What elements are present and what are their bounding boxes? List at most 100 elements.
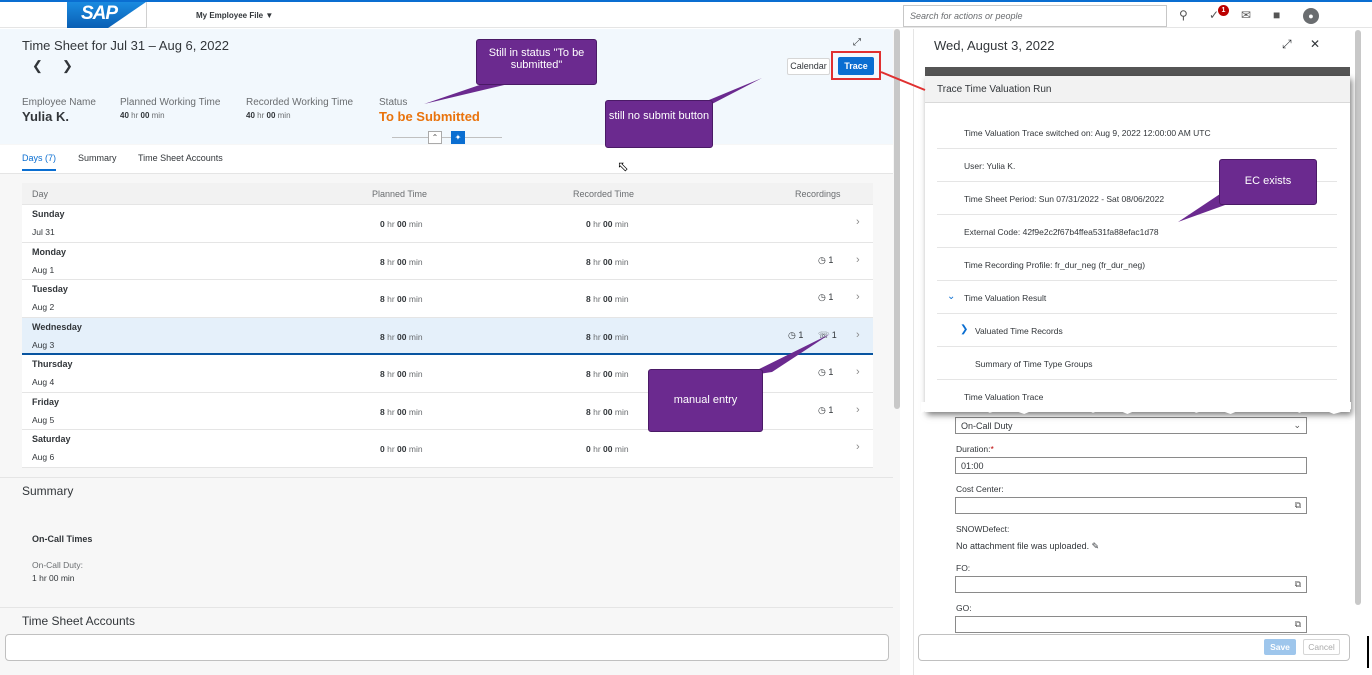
- day-name: Tuesday: [32, 284, 68, 294]
- clock-icon: ◷: [818, 404, 826, 415]
- planned-time: 0 hr 00 min: [380, 219, 423, 229]
- day-date: Jul 31: [32, 227, 55, 237]
- manual-recording-count: ☏ 1: [818, 329, 837, 340]
- timesheet-panel: Time Sheet for Jul 31 – Aug 6, 2022 ❮ ❯ …: [0, 29, 900, 675]
- col-planned: Planned Time: [372, 189, 428, 199]
- app-menu-label: My Employee File: [196, 11, 264, 20]
- day-name: Saturday: [32, 434, 71, 444]
- callout-ec-exists: EC exists: [1219, 159, 1317, 205]
- recorded-time: 0 hr 00 min: [586, 444, 629, 454]
- chevron-right-icon[interactable]: ❯: [960, 324, 968, 335]
- oncall-heading: On-Call Times: [32, 534, 93, 544]
- feedback-icon[interactable]: ✉: [1241, 8, 1251, 22]
- scrollbar[interactable]: [1355, 30, 1361, 605]
- caret-down-icon: ▼: [265, 11, 274, 20]
- notification-badge: 1: [1218, 5, 1229, 16]
- summary-title: Summary: [22, 484, 74, 498]
- recorded-value: 40 hr 00 min: [246, 111, 291, 120]
- trace-switched-on: Time Valuation Trace switched on: Aug 9,…: [937, 116, 1337, 149]
- summary-section: [0, 477, 893, 607]
- scrollbar[interactable]: [894, 29, 900, 409]
- table-row[interactable]: Tuesday Aug 2 8 hr 00 min 8 hr 00 min ◷ 1 ›: [22, 280, 873, 318]
- tab-accounts[interactable]: Time Sheet Accounts: [138, 153, 223, 163]
- callout-status: Still in status "To be submitted": [476, 39, 597, 85]
- search-input[interactable]: Search for actions or people: [903, 5, 1167, 27]
- planned-time: 8 hr 00 min: [380, 369, 423, 379]
- oncall-label: On-Call Duty:: [32, 560, 84, 570]
- recorded-time: 8 hr 00 min: [586, 331, 629, 342]
- table-row[interactable]: Monday Aug 1 8 hr 00 min 8 hr 00 min ◷ 1 ›: [22, 242, 873, 280]
- time-type-value: On-Call Duty: [961, 421, 1013, 431]
- divider: [392, 137, 502, 138]
- clock-icon: ◷: [818, 292, 826, 302]
- text-cursor: [1367, 636, 1369, 668]
- chevron-right-icon[interactable]: ›: [856, 254, 860, 266]
- save-button[interactable]: Save: [1264, 639, 1296, 655]
- recording-count: ◷ 1: [788, 329, 804, 340]
- tab-summary[interactable]: Summary: [78, 153, 117, 163]
- chevron-right-icon[interactable]: ›: [856, 404, 860, 416]
- time-type-select[interactable]: On-Call Duty ⌄: [955, 417, 1307, 434]
- clock-icon: ◷: [788, 329, 796, 340]
- next-week-icon[interactable]: ❯: [62, 58, 73, 74]
- pin-header-button[interactable]: ✦: [451, 131, 465, 144]
- trace-profile: Time Recording Profile: fr_dur_neg (fr_d…: [937, 248, 1337, 281]
- trace-summary-node[interactable]: Summary of Time Type Groups: [937, 347, 1337, 380]
- chevron-right-icon[interactable]: ›: [856, 291, 860, 303]
- close-icon[interactable]: ✕: [1310, 37, 1320, 51]
- duration-input[interactable]: 01:00: [955, 457, 1307, 474]
- chevron-right-icon[interactable]: ›: [856, 441, 860, 453]
- table-header: Day Planned Time Recorded Time Recording…: [22, 183, 873, 205]
- trace-result-node[interactable]: ⌄ Time Valuation Result: [937, 281, 1337, 314]
- previous-week-icon[interactable]: ❮: [32, 58, 43, 74]
- col-day: Day: [32, 189, 49, 199]
- table-row[interactable]: Saturday Aug 6 0 hr 00 min 0 hr 00 min ›: [22, 430, 873, 468]
- chevron-right-icon[interactable]: ›: [856, 329, 860, 341]
- recording-count: ◷ 1: [818, 292, 834, 302]
- recorded-time: 8 hr 00 min: [586, 406, 629, 417]
- recorded-label: Recorded Working Time: [246, 97, 354, 108]
- chevron-right-icon[interactable]: ›: [856, 366, 860, 378]
- collapse-header-button[interactable]: ⌃: [428, 131, 442, 144]
- trace-valuated-node[interactable]: ❯ Valuated Time Records: [937, 314, 1337, 347]
- status-value: To be Submitted: [379, 109, 480, 124]
- search-icon[interactable]: ⚲: [1179, 8, 1188, 22]
- planned-time: 8 hr 00 min: [380, 256, 423, 267]
- shell-bar: SAP My Employee File ▼ Search for action…: [0, 0, 1372, 28]
- fo-input[interactable]: ⧉: [955, 576, 1307, 593]
- cost-center-input[interactable]: ⧉: [955, 497, 1307, 514]
- go-input[interactable]: ⧉: [955, 616, 1307, 633]
- popup-title: Trace Time Valuation Run: [925, 76, 1350, 103]
- day-date: Aug 5: [32, 414, 55, 425]
- people-icon[interactable]: ■: [1273, 8, 1280, 22]
- detail-title: Wed, August 3, 2022: [934, 38, 1055, 53]
- planned-value: 40 hr 00 min: [120, 111, 165, 120]
- fullscreen-icon[interactable]: ⤢: [853, 37, 861, 48]
- cost-center-label: Cost Center:: [956, 484, 1004, 494]
- app-menu-button[interactable]: My Employee File ▼: [196, 11, 273, 20]
- tab-days[interactable]: Days (7): [22, 153, 57, 171]
- edit-icon[interactable]: ✎: [1092, 541, 1100, 551]
- chevron-down-icon[interactable]: ⌄: [947, 291, 955, 302]
- callout-manual-entry: manual entry: [648, 369, 763, 432]
- avatar[interactable]: ●: [1303, 8, 1319, 24]
- fullscreen-icon[interactable]: ⤢: [1282, 37, 1292, 52]
- trace-popup: Trace Time Valuation Run Time Valuation …: [925, 76, 1350, 412]
- value-help-icon[interactable]: ⧉: [1295, 619, 1301, 630]
- day-date: Aug 1: [32, 264, 55, 275]
- planned-time: 8 hr 00 min: [380, 406, 423, 417]
- day-name: Thursday: [32, 359, 73, 369]
- calendar-button[interactable]: Calendar: [787, 58, 830, 75]
- value-help-icon[interactable]: ⧉: [1295, 500, 1301, 511]
- divider: [0, 607, 893, 608]
- table-row[interactable]: Sunday Jul 31 0 hr 00 min 0 hr 00 min ›: [22, 205, 873, 243]
- duration-label: Duration:*: [956, 444, 994, 454]
- table-row[interactable]: Wednesday Aug 3 8 hr 00 min 8 hr 00 min ◷ 1 ☏…: [22, 317, 873, 355]
- chevron-down-icon: ⌄: [1293, 420, 1301, 430]
- attachment-text: No attachment file was uploaded. ✎: [956, 541, 1100, 551]
- callout-no-submit: still no submit button: [605, 100, 713, 148]
- value-help-icon[interactable]: ⧉: [1295, 579, 1301, 590]
- cancel-button[interactable]: Cancel: [1303, 639, 1340, 655]
- recorded-time: 8 hr 00 min: [586, 369, 629, 379]
- chevron-right-icon[interactable]: ›: [856, 216, 860, 228]
